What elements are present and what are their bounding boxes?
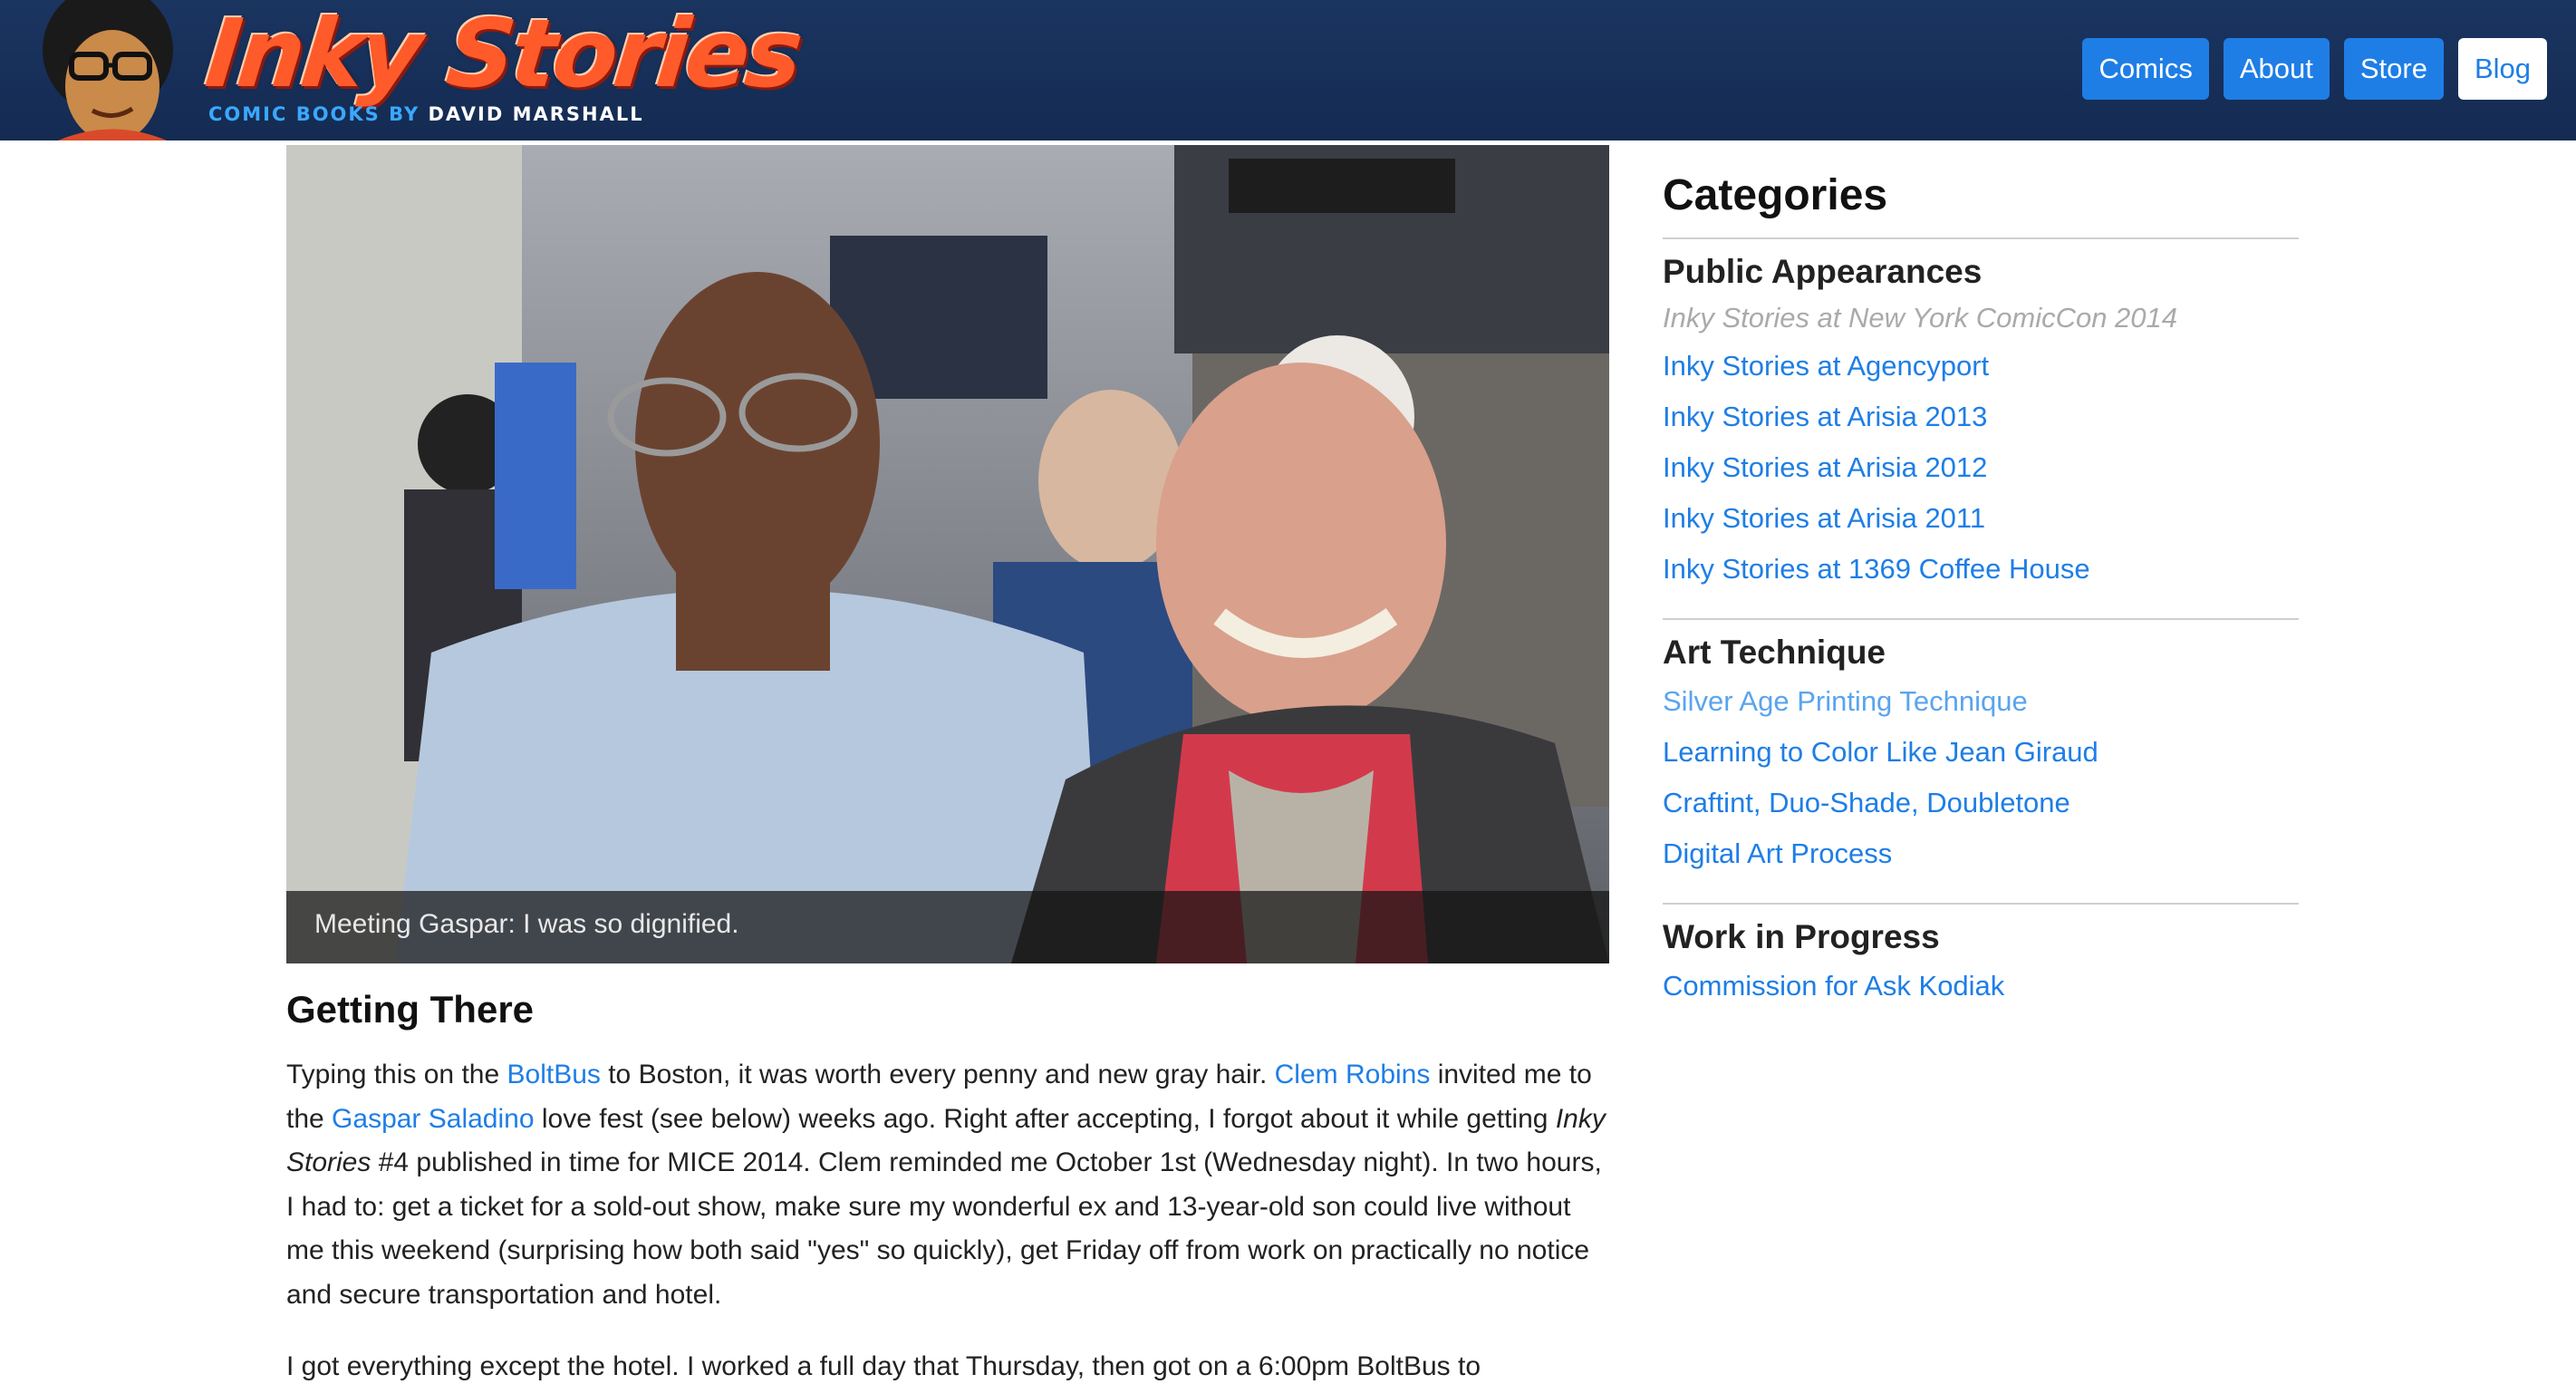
nav-store-button[interactable]: Store bbox=[2343, 38, 2444, 100]
photo-caption: Meeting Gaspar: I was so dignified. bbox=[314, 909, 739, 939]
main-nav: Comics About Store Blog bbox=[2082, 38, 2547, 100]
category-link[interactable]: Inky Stories at Arisia 2012 bbox=[1663, 442, 2299, 493]
category-link[interactable]: Inky Stories at Agencyport bbox=[1663, 341, 2299, 392]
category-link[interactable]: Craftint, Duo-Shade, Doubletone bbox=[1663, 778, 2299, 828]
featured-photo: Meeting Gaspar: I was so dignified. bbox=[286, 145, 1609, 963]
boltbus-link[interactable]: BoltBus bbox=[507, 1060, 601, 1089]
category-link[interactable]: Digital Art Process bbox=[1663, 828, 2299, 879]
category-link[interactable]: Commission for Ask Kodiak bbox=[1663, 961, 2299, 1012]
category-heading: Art Technique bbox=[1663, 634, 1886, 671]
site-logo-subtitle: COMIC BOOKS BY DAVID MARSHALL bbox=[208, 103, 644, 125]
category-link-current: Inky Stories at New York ComicCon 2014 bbox=[1663, 302, 2178, 334]
category-group-art-technique: Art Technique Silver Age Printing Techni… bbox=[1663, 629, 2299, 879]
sidebar-divider bbox=[1663, 903, 2299, 905]
categories-sidebar: Categories Public Appearances Inky Stori… bbox=[1663, 163, 2299, 1035]
category-link[interactable]: Inky Stories at 1369 Coffee House bbox=[1663, 544, 2299, 595]
logo-sub-name: DAVID MARSHALL bbox=[428, 103, 644, 125]
category-link[interactable]: Learning to Color Like Jean Giraud bbox=[1663, 727, 2299, 778]
article-paragraph-1: Typing this on the BoltBus to Boston, it… bbox=[286, 1053, 1609, 1317]
photo-illustration bbox=[286, 145, 1609, 963]
clem-robins-link[interactable]: Clem Robins bbox=[1275, 1060, 1431, 1089]
gaspar-saladino-link[interactable]: Gaspar Saladino bbox=[332, 1104, 534, 1134]
paragraph-text: Typing this on the bbox=[286, 1060, 507, 1089]
category-link-hovered[interactable]: Silver Age Printing Technique bbox=[1663, 676, 2299, 727]
article-heading: Getting There bbox=[286, 988, 535, 1031]
logo-sub-prefix: COMIC BOOKS BY bbox=[208, 103, 420, 125]
category-group-public-appearances: Public Appearances Inky Stories at New Y… bbox=[1663, 248, 2299, 595]
category-heading: Work in Progress bbox=[1663, 918, 1940, 955]
category-heading: Public Appearances bbox=[1663, 253, 1983, 290]
paragraph-text: to Boston, it was worth every penny and … bbox=[600, 1060, 1275, 1089]
nav-comics-button[interactable]: Comics bbox=[2082, 38, 2209, 100]
category-link[interactable]: Inky Stories at Arisia 2011 bbox=[1663, 493, 2299, 544]
sidebar-divider bbox=[1663, 618, 2299, 620]
author-avatar-logo[interactable] bbox=[22, 0, 194, 140]
paragraph-text: love fest (see below) weeks ago. Right a… bbox=[534, 1103, 1556, 1134]
article-paragraph-2: I got everything except the hotel. I wor… bbox=[286, 1351, 1481, 1381]
sidebar-divider bbox=[1663, 237, 2299, 239]
category-link[interactable]: Inky Stories at Arisia 2013 bbox=[1663, 392, 2299, 442]
sidebar-title: Categories bbox=[1663, 171, 1888, 219]
site-logo-title[interactable]: Inky Stories bbox=[201, 0, 805, 109]
nav-blog-button[interactable]: Blog bbox=[2457, 38, 2547, 100]
paragraph-text: #4 published in time for MICE 2014. Clem… bbox=[286, 1147, 1602, 1310]
nav-about-button[interactable]: About bbox=[2223, 38, 2330, 100]
site-header: Inky Stories COMIC BOOKS BY DAVID MARSHA… bbox=[0, 0, 2576, 140]
photo-caption-bar: Meeting Gaspar: I was so dignified. bbox=[286, 891, 1609, 963]
category-group-work-in-progress: Work in Progress Commission for Ask Kodi… bbox=[1663, 914, 2299, 1012]
